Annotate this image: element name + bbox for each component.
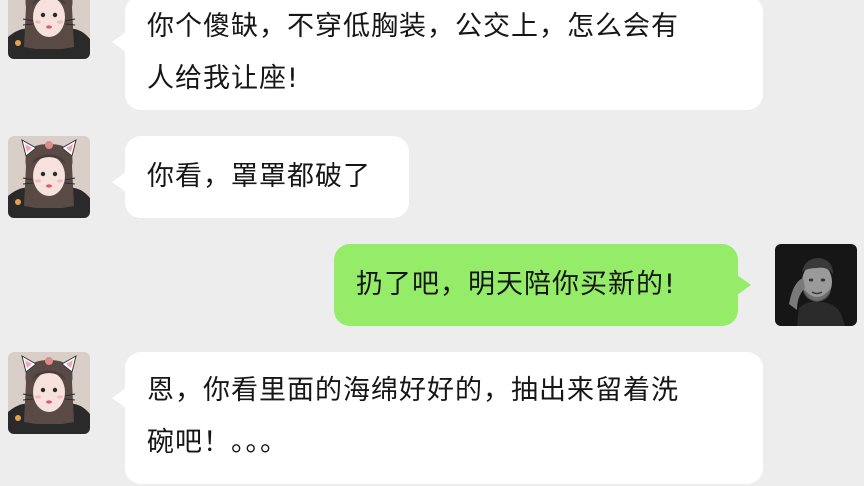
cat-ear-girl-avatar-icon	[8, 0, 90, 59]
message-bubble[interactable]: 恩，你看里面的海绵好好的，抽出来留着洗 碗吧！。。。	[112, 352, 763, 484]
message-text-line: 你个傻缺，不穿低胸装，公交上，怎么会有	[147, 11, 679, 42]
man-portrait-avatar-icon	[775, 244, 857, 326]
cat-ear-girl-avatar-icon	[8, 352, 90, 434]
message-text-line: 恩，你看里面的海绵好好的，抽出来留着洗	[147, 375, 679, 406]
sender-avatar-female[interactable]	[8, 136, 90, 218]
message-bubble[interactable]: 你看，罩罩都破了	[112, 136, 409, 218]
chat-area: 你个傻缺，不穿低胸装，公交上，怎么会有 人给我让座! 你看，罩罩都破了 扔了吧，…	[0, 0, 864, 486]
sender-avatar-female[interactable]	[8, 0, 90, 59]
message-bubble[interactable]: 你个傻缺，不穿低胸装，公交上，怎么会有 人给我让座!	[112, 0, 763, 110]
sender-avatar-female[interactable]	[8, 352, 90, 434]
message-text-line: 你看，罩罩都破了	[147, 161, 371, 192]
cat-ear-girl-avatar-icon	[8, 136, 90, 218]
sender-avatar-male[interactable]	[775, 244, 857, 326]
message-text-line: 人给我让座!	[147, 63, 299, 94]
message-text-line: 碗吧！。。。	[147, 427, 288, 458]
message-bubble-outgoing[interactable]: 扔了吧，明天陪你买新的!	[334, 244, 751, 326]
message-text-line: 扔了吧，明天陪你买新的!	[356, 269, 676, 300]
